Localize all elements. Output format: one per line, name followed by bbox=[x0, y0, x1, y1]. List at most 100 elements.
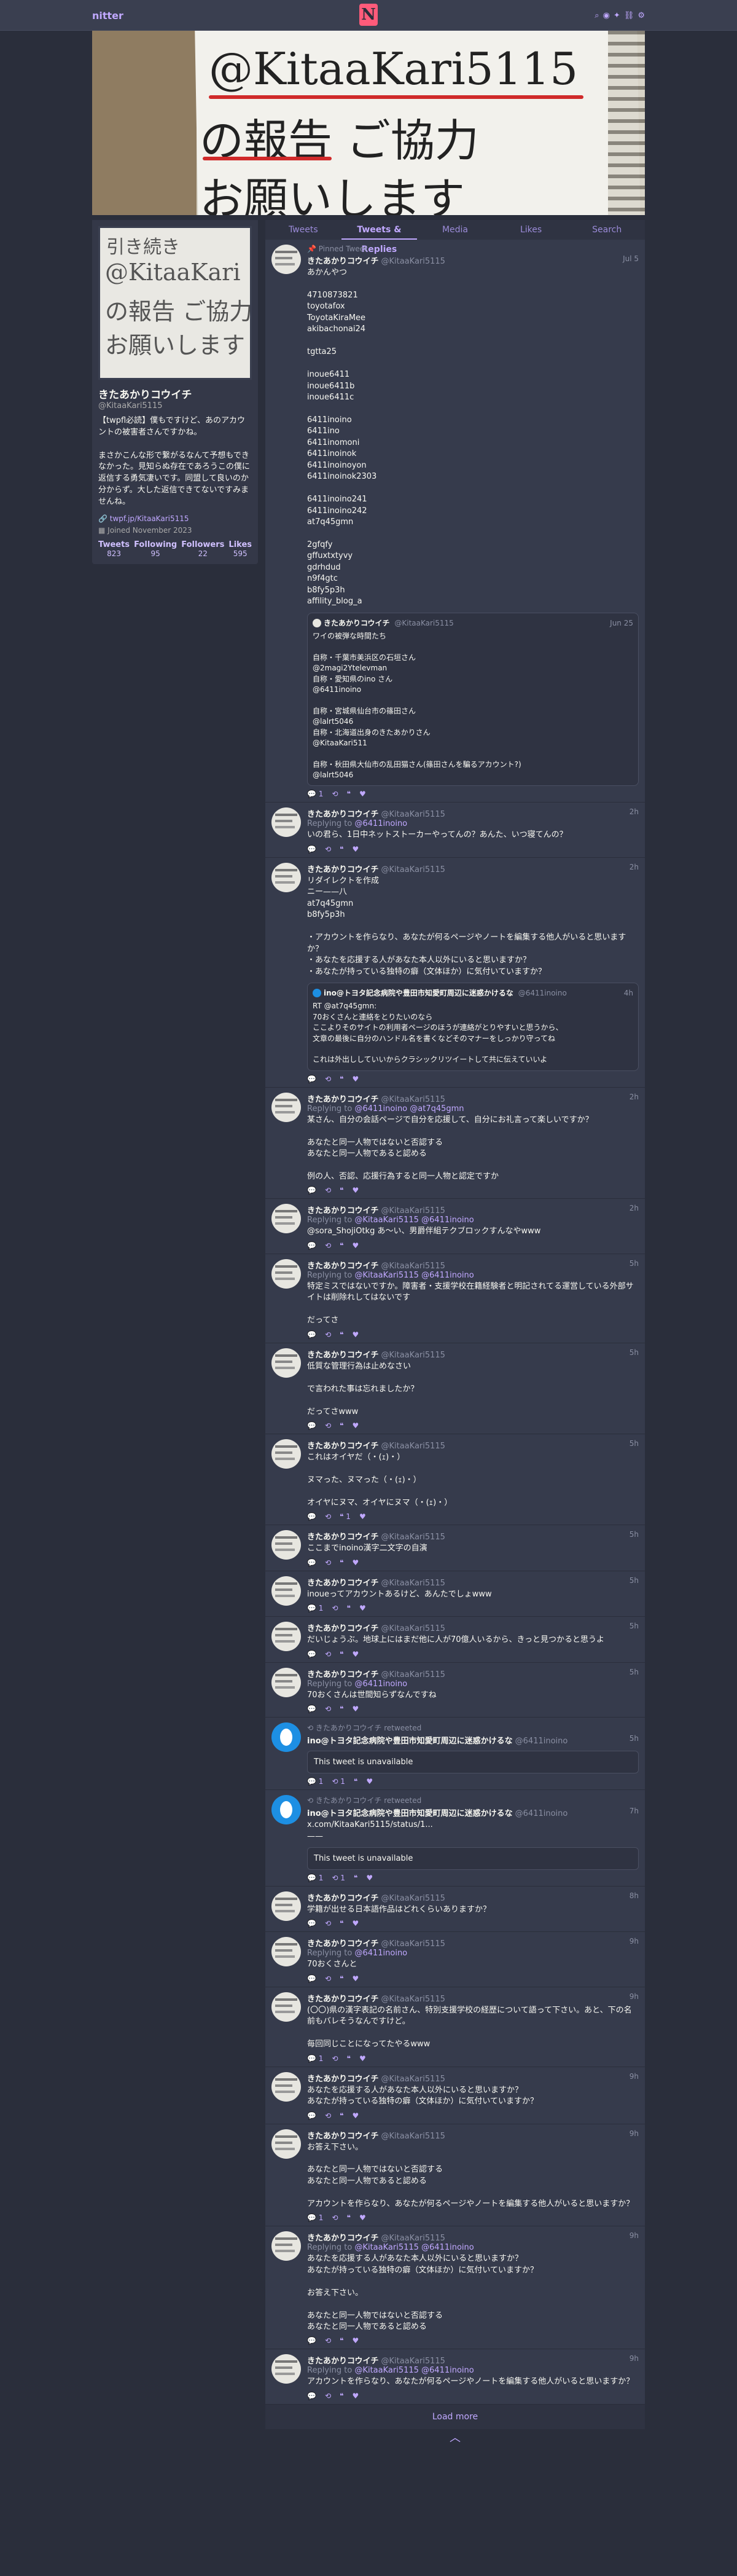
tweet-author-handle[interactable]: @KitaaKari5115 bbox=[381, 1670, 445, 1679]
tweet-avatar[interactable] bbox=[271, 1530, 301, 1560]
tab-search[interactable]: Search bbox=[569, 220, 645, 240]
reply-button[interactable]: 💬 bbox=[307, 1974, 316, 1983]
like-button[interactable]: ♥ bbox=[352, 1075, 359, 1083]
retweet-button[interactable]: ⟲ bbox=[325, 1241, 331, 1250]
retweet-button[interactable]: ⟲ bbox=[325, 1186, 331, 1195]
retweet-button[interactable]: ⟲ bbox=[325, 2392, 331, 2400]
tweet-author-handle[interactable]: @KitaaKari5115 bbox=[381, 257, 445, 266]
tab-likes[interactable]: Likes bbox=[493, 220, 569, 240]
quote-button[interactable]: ❝ bbox=[340, 1241, 343, 1250]
tweet-author-handle[interactable]: @KitaaKari5115 bbox=[381, 1351, 445, 1360]
tweet-avatar[interactable] bbox=[271, 1891, 301, 1921]
quote-button[interactable]: ❝ bbox=[340, 2392, 343, 2400]
tweet[interactable]: きたあかりコウイチ @KitaaKari5115 2h Replying to @64… bbox=[265, 803, 645, 858]
tweet-author-handle[interactable]: @KitaaKari5115 bbox=[381, 810, 445, 819]
tweet-date[interactable]: 7h bbox=[630, 1807, 639, 1818]
quote-button[interactable]: ❝ bbox=[340, 1330, 343, 1339]
quote-button[interactable]: ❝ bbox=[340, 845, 343, 854]
tweet-author-name[interactable]: きたあかりコウイチ bbox=[307, 2357, 378, 2366]
stat-following[interactable]: Following 95 bbox=[134, 540, 177, 558]
stat-tweets[interactable]: Tweets 823 bbox=[98, 540, 130, 558]
tweet-author-handle[interactable]: @6411inoino bbox=[515, 1737, 568, 1746]
retweet-button[interactable]: ⟲ bbox=[332, 2054, 338, 2063]
tweet[interactable]: きたあかりコウイチ @KitaaKari5115 9h Replying to @Ki… bbox=[265, 2349, 645, 2405]
like-button[interactable]: ♥ bbox=[352, 845, 359, 854]
tweet-date[interactable]: 5h bbox=[630, 1259, 639, 1271]
tweet-avatar[interactable] bbox=[271, 245, 301, 274]
nitter-brand-link[interactable]: nitter bbox=[92, 10, 123, 22]
tweet-date[interactable]: 9h bbox=[630, 2129, 639, 2141]
retweet-button[interactable]: ⟲ bbox=[325, 1705, 331, 1713]
reply-button[interactable]: 💬 1 bbox=[307, 1874, 323, 1882]
tweet-date[interactable]: 9h bbox=[630, 2231, 639, 2243]
reply-button[interactable]: 💬 1 bbox=[307, 2054, 323, 2063]
tweet-author-handle[interactable]: @KitaaKari5115 bbox=[381, 1206, 445, 1215]
tweet-author-name[interactable]: きたあかりコウイチ bbox=[307, 1262, 378, 1271]
quote-button[interactable]: ❝ bbox=[340, 2336, 343, 2345]
tweet-author-name[interactable]: きたあかりコウイチ bbox=[307, 1894, 378, 1903]
tweet-avatar[interactable] bbox=[271, 2231, 301, 2261]
retweet-button[interactable]: ⟲ 1 bbox=[332, 1777, 345, 1786]
tweet-author-handle[interactable]: @KitaaKari5115 bbox=[381, 1262, 445, 1271]
tweet-date[interactable]: 8h bbox=[630, 1891, 639, 1903]
like-button[interactable]: ♥ bbox=[352, 2336, 359, 2345]
tweet-date[interactable]: 5h bbox=[630, 1439, 639, 1451]
tweet[interactable]: ⟲ きたあかりコウイチ retweeted ino@トヨタ記念病院や豊田市知愛町周… bbox=[265, 1718, 645, 1791]
quote-button[interactable]: ❝ bbox=[346, 1604, 350, 1612]
retweet-button[interactable]: ⟲ bbox=[325, 1974, 331, 1983]
twitter-icon[interactable]: ✦ bbox=[614, 11, 620, 20]
reply-button[interactable]: 💬 bbox=[307, 1705, 316, 1713]
reply-button[interactable]: 💬 bbox=[307, 1241, 316, 1250]
tweet-author-handle[interactable]: @KitaaKari5115 bbox=[381, 2357, 445, 2366]
gear-icon[interactable]: ⚙ bbox=[638, 11, 645, 20]
quote-button[interactable]: ❝ bbox=[340, 2111, 343, 2120]
reply-button[interactable]: 💬 bbox=[307, 2111, 316, 2120]
quote-button[interactable]: ❝ bbox=[340, 1650, 343, 1659]
like-button[interactable]: ♥ bbox=[359, 1604, 366, 1612]
tweet-author-handle[interactable]: @6411inoino bbox=[515, 1809, 568, 1818]
tweet-author-name[interactable]: きたあかりコウイチ bbox=[307, 1442, 378, 1451]
tweet-author-name[interactable]: きたあかりコウイチ bbox=[307, 2075, 378, 2084]
tweet-author-handle[interactable]: @KitaaKari5115 bbox=[381, 2075, 445, 2084]
reply-button[interactable]: 💬 bbox=[307, 1330, 316, 1339]
tweet-author-name[interactable]: ino@トヨタ記念病院や豊田市知愛町周辺に迷惑かけるな bbox=[307, 1809, 513, 1818]
tweet-author-handle[interactable]: @KitaaKari5115 bbox=[381, 1533, 445, 1542]
tweet-date[interactable]: 5h bbox=[630, 1576, 639, 1588]
tweet-date[interactable]: 9h bbox=[630, 1992, 639, 2004]
like-button[interactable]: ♥ bbox=[352, 2111, 359, 2120]
reply-button[interactable]: 💬 bbox=[307, 1919, 316, 1928]
reply-button[interactable]: 💬 bbox=[307, 1186, 316, 1195]
tweet[interactable]: ⟲ きたあかりコウイチ retweeted ino@トヨタ記念病院や豊田市知愛町周… bbox=[265, 1790, 645, 1887]
tweet[interactable]: きたあかりコウイチ @KitaaKari5115 5h inoueってアカウントあるけ… bbox=[265, 1571, 645, 1617]
tweet-date[interactable]: 9h bbox=[630, 2072, 639, 2084]
quoted-tweet[interactable]: きたあかりコウイチ @KitaaKari5115 Jun 25 ワイの被弾な時間たち… bbox=[307, 612, 639, 787]
quote-button[interactable]: ❝ bbox=[340, 1075, 343, 1083]
tweet-author-name[interactable]: きたあかりコウイチ bbox=[307, 1670, 378, 1679]
profile-banner[interactable]: @KitaaKari5115 の報告 ご協力 お願いします bbox=[92, 31, 645, 215]
retweet-button[interactable]: ⟲ bbox=[332, 1604, 338, 1612]
tweet[interactable]: きたあかりコウイチ @KitaaKari5115 8h 学籍が出せる日本語作品はどれく… bbox=[265, 1886, 645, 1933]
like-button[interactable]: ♥ bbox=[352, 1974, 359, 1983]
tab-media[interactable]: Media bbox=[417, 220, 493, 240]
tweet-avatar[interactable] bbox=[271, 1722, 301, 1753]
profile-handle[interactable]: @KitaaKari5115 bbox=[98, 401, 252, 410]
tweet-avatar[interactable] bbox=[271, 1667, 301, 1697]
search-icon[interactable]: ⌕ bbox=[595, 11, 599, 20]
tweet-author-handle[interactable]: @KitaaKari5115 bbox=[381, 1579, 445, 1588]
quote-button[interactable]: ❝ bbox=[354, 1777, 357, 1786]
tweet[interactable]: きたあかりコウイチ @KitaaKari5115 5h これはオイヤだ（・(ｪ)・） … bbox=[265, 1434, 645, 1526]
rss-icon[interactable]: ◉ bbox=[603, 11, 610, 20]
quote-button[interactable]: ❝ bbox=[346, 2054, 350, 2063]
tweet-date[interactable]: 5h bbox=[630, 1668, 639, 1679]
reply-button[interactable]: 💬 bbox=[307, 1421, 316, 1430]
tweet-avatar[interactable] bbox=[271, 807, 301, 838]
tab-tweets-replies[interactable]: Tweets & Replies bbox=[341, 220, 418, 254]
tweet[interactable]: きたあかりコウイチ @KitaaKari5115 5h Replying to @Ki… bbox=[265, 1254, 645, 1343]
tweet-date[interactable]: 5h bbox=[630, 1622, 639, 1633]
load-more-button[interactable]: Load more bbox=[265, 2404, 645, 2429]
like-button[interactable]: ♥ bbox=[352, 1186, 359, 1195]
tweet[interactable]: きたあかりコウイチ @KitaaKari5115 5h Replying to @64… bbox=[265, 1662, 645, 1718]
tweet-date[interactable]: 5h bbox=[630, 1734, 639, 1746]
retweet-button[interactable]: ⟲ bbox=[325, 2111, 331, 2120]
tweet-author-name[interactable]: ino@トヨタ記念病院や豊田市知愛町周辺に迷惑かけるな bbox=[307, 1737, 513, 1746]
